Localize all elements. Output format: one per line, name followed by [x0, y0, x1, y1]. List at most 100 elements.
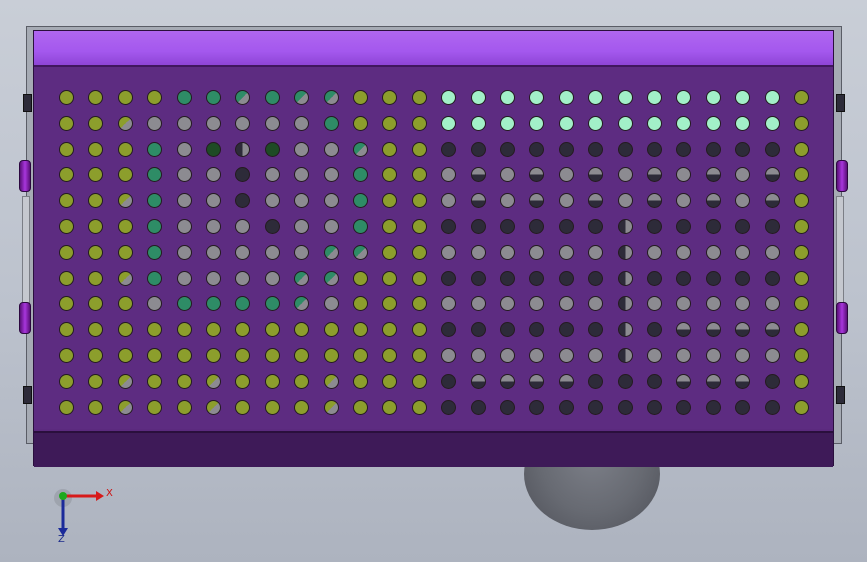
- panel-hole: [88, 399, 104, 415]
- panel-hole: [441, 244, 457, 260]
- panel-hole: [441, 296, 457, 312]
- panel-hole: [470, 90, 486, 105]
- panel-hole: [794, 373, 809, 389]
- panel-hole: [235, 115, 251, 131]
- panel-hole: [558, 167, 574, 183]
- panel-hole: [647, 141, 662, 157]
- panel-hole: [588, 193, 604, 209]
- panel-hole: [264, 115, 280, 131]
- panel-hole: [764, 193, 780, 209]
- panel-hole: [705, 348, 721, 363]
- panel-hole: [588, 115, 604, 131]
- panel-hole: [353, 348, 368, 363]
- panel-hole: [294, 296, 310, 312]
- panel-hole: [294, 399, 310, 415]
- panel-hole: [147, 193, 163, 209]
- panel-hole: [617, 141, 633, 157]
- panel-hole: [794, 270, 809, 286]
- panel-hole: [647, 219, 662, 234]
- panel-hole: [411, 373, 427, 389]
- panel-hole: [382, 348, 398, 363]
- right-rail: [836, 196, 844, 310]
- panel-hole: [676, 348, 692, 363]
- panel-hole: [117, 193, 133, 209]
- panel-hole: [676, 296, 692, 312]
- panel-hole: [529, 141, 545, 157]
- panel-hole: [705, 90, 721, 105]
- panel-hole: [470, 115, 486, 131]
- panel-hole: [206, 322, 221, 338]
- panel-hole: [264, 141, 280, 157]
- panel-hole: [353, 141, 368, 157]
- panel-hole: [235, 296, 251, 312]
- panel-hole: [294, 167, 310, 183]
- panel-hole: [617, 399, 633, 415]
- panel-hole: [353, 296, 368, 312]
- panel-hole: [558, 399, 574, 415]
- panel-hole: [500, 219, 515, 234]
- panel-hole: [147, 399, 163, 415]
- panel-hole: [705, 244, 721, 260]
- panel-hole: [588, 270, 604, 286]
- panel-hole: [735, 193, 751, 209]
- panel-hole: [59, 193, 74, 209]
- panel-hole: [353, 90, 368, 105]
- panel-hole: [470, 193, 486, 209]
- panel-hole: [441, 193, 457, 209]
- panel-hole: [206, 244, 221, 260]
- panel-hole: [264, 296, 280, 312]
- panel-hole: [264, 167, 280, 183]
- panel-hole: [59, 270, 74, 286]
- panel-hole: [206, 115, 221, 131]
- panel-hole: [88, 296, 104, 312]
- panel-hole: [588, 373, 604, 389]
- panel-hole: [617, 115, 633, 131]
- panel-hole: [411, 193, 427, 209]
- panel-hole: [294, 90, 310, 105]
- panel-hole: [382, 322, 398, 338]
- panel-hole: [382, 244, 398, 260]
- panel-hole: [558, 219, 574, 234]
- panel-hole: [264, 399, 280, 415]
- panel-hole: [500, 141, 515, 157]
- left-rail: [22, 196, 30, 310]
- panel-hole: [676, 141, 692, 157]
- panel-hole: [176, 90, 192, 105]
- panel-hole: [470, 167, 486, 183]
- panel-hole: [617, 219, 633, 234]
- panel-hole: [382, 296, 398, 312]
- panel-hole: [441, 167, 457, 183]
- panel-hole: [794, 244, 809, 260]
- panel-hole: [88, 348, 104, 363]
- panel-hole: [411, 219, 427, 234]
- panel-hole: [117, 373, 133, 389]
- perforated-panel[interactable]: [33, 30, 834, 467]
- right-latch-bottom: [836, 386, 845, 404]
- panel-hole: [294, 322, 310, 338]
- panel-hole: [206, 90, 221, 105]
- panel-hole: [59, 219, 74, 234]
- panel-hole: [411, 90, 427, 105]
- panel-hole: [588, 348, 604, 363]
- panel-hole: [794, 167, 809, 183]
- panel-hole: [353, 193, 368, 209]
- panel-hole: [88, 219, 104, 234]
- panel-hole: [411, 244, 427, 260]
- panel-hole: [59, 348, 74, 363]
- panel-hole: [59, 373, 74, 389]
- panel-hole: [235, 219, 251, 234]
- panel-hole: [88, 167, 104, 183]
- panel-hole: [59, 167, 74, 183]
- panel-hole: [735, 115, 751, 131]
- panel-hole: [147, 270, 163, 286]
- panel-hole: [147, 348, 163, 363]
- panel-hole: [500, 115, 515, 131]
- panel-hole: [500, 193, 515, 209]
- panel-hole: [441, 90, 457, 105]
- panel-hole: [764, 167, 780, 183]
- panel-hole: [529, 115, 545, 131]
- panel-hole: [529, 244, 545, 260]
- panel-hole: [117, 115, 133, 131]
- panel-hole: [764, 141, 780, 157]
- cad-viewport[interactable]: X Z: [0, 0, 867, 562]
